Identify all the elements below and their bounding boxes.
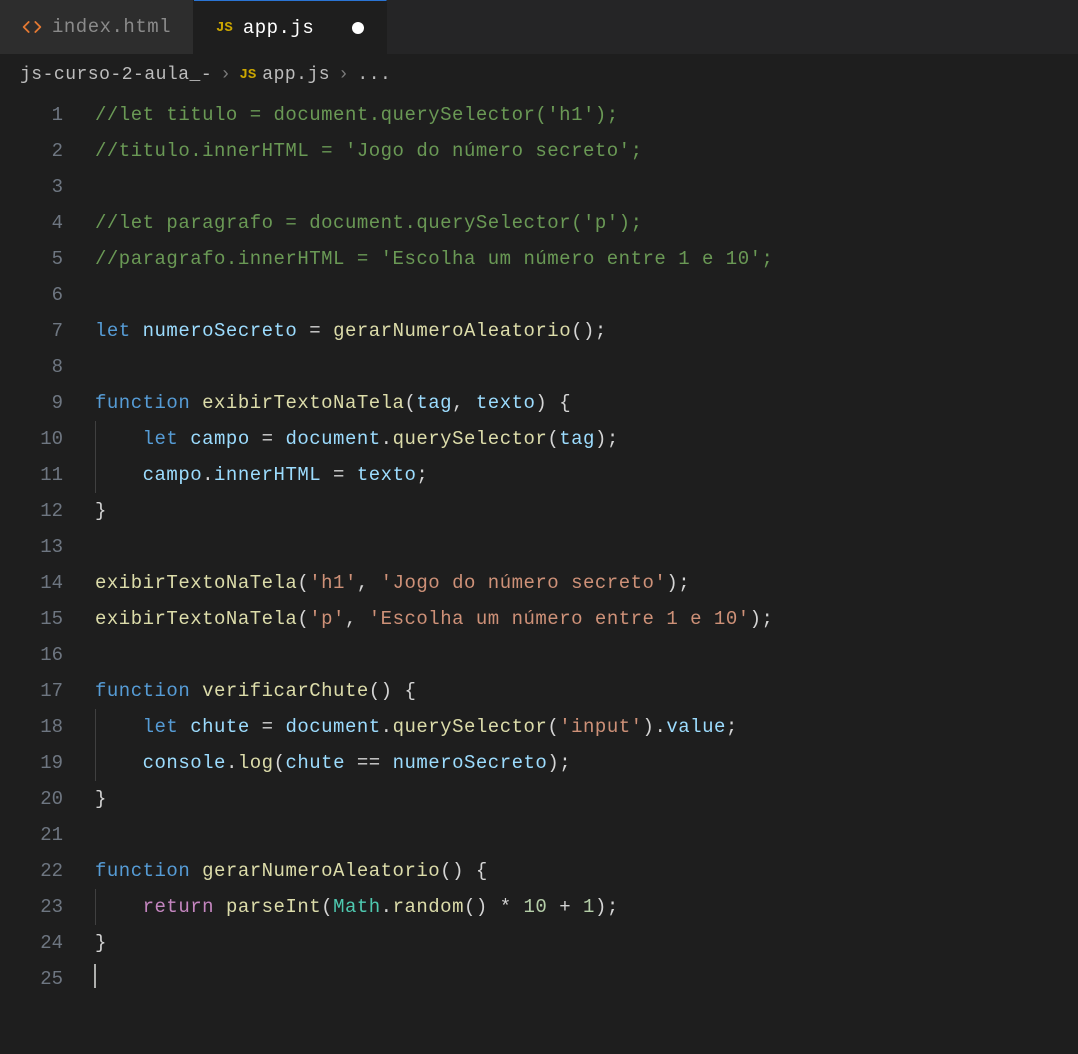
code-line[interactable]: 2//titulo.innerHTML = 'Jogo do número se… xyxy=(0,133,1078,169)
line-number: 9 xyxy=(0,385,95,421)
line-number: 8 xyxy=(0,349,95,385)
line-number: 12 xyxy=(0,493,95,529)
chevron-right-icon: › xyxy=(338,65,349,85)
code-line[interactable]: 25 xyxy=(0,961,1078,997)
line-number: 7 xyxy=(0,313,95,349)
line-number: 5 xyxy=(0,241,95,277)
chevron-right-icon: › xyxy=(220,65,231,85)
code-line[interactable]: 16 xyxy=(0,637,1078,673)
line-number: 16 xyxy=(0,637,95,673)
tab-label: index.html xyxy=(52,16,171,38)
line-number: 21 xyxy=(0,817,95,853)
js-icon: JS xyxy=(216,20,233,36)
code-line[interactable]: 9function exibirTextoNaTela(tag, texto) … xyxy=(0,385,1078,421)
code-content[interactable] xyxy=(95,961,1078,997)
tab-index-html[interactable]: index.html xyxy=(0,0,194,54)
tab-app-js[interactable]: JS app.js xyxy=(194,0,387,54)
code-content[interactable]: } xyxy=(95,493,1078,529)
code-content[interactable]: } xyxy=(95,925,1078,961)
code-content[interactable]: let chute = document.querySelector('inpu… xyxy=(95,709,1078,745)
line-number: 14 xyxy=(0,565,95,601)
line-number: 4 xyxy=(0,205,95,241)
code-content[interactable]: exibirTextoNaTela('h1', 'Jogo do número … xyxy=(95,565,1078,601)
line-number: 6 xyxy=(0,277,95,313)
code-line[interactable]: 19 console.log(chute == numeroSecreto); xyxy=(0,745,1078,781)
tab-dirty-icon[interactable] xyxy=(352,22,364,34)
line-number: 2 xyxy=(0,133,95,169)
code-line[interactable]: 13 xyxy=(0,529,1078,565)
line-number: 10 xyxy=(0,421,95,457)
code-line[interactable]: 3 xyxy=(0,169,1078,205)
tab-label: app.js xyxy=(243,17,314,39)
code-content[interactable]: //let titulo = document.querySelector('h… xyxy=(95,97,1078,133)
breadcrumb-file[interactable]: app.js xyxy=(262,65,330,85)
breadcrumb-folder[interactable]: js-curso-2-aula_- xyxy=(20,65,212,85)
line-number: 1 xyxy=(0,97,95,133)
html-tag-icon xyxy=(22,17,42,37)
line-number: 17 xyxy=(0,673,95,709)
code-line[interactable]: 12} xyxy=(0,493,1078,529)
code-line[interactable]: 11 campo.innerHTML = texto; xyxy=(0,457,1078,493)
code-line[interactable]: 14exibirTextoNaTela('h1', 'Jogo do númer… xyxy=(0,565,1078,601)
code-content[interactable]: function gerarNumeroAleatorio() { xyxy=(95,853,1078,889)
code-line[interactable]: 5//paragrafo.innerHTML = 'Escolha um núm… xyxy=(0,241,1078,277)
js-icon: JS xyxy=(239,67,256,83)
tab-bar: index.html JS app.js xyxy=(0,0,1078,55)
line-number: 20 xyxy=(0,781,95,817)
code-content[interactable]: //paragrafo.innerHTML = 'Escolha um núme… xyxy=(95,241,1078,277)
code-line[interactable]: 17function verificarChute() { xyxy=(0,673,1078,709)
line-number: 19 xyxy=(0,745,95,781)
code-line[interactable]: 21 xyxy=(0,817,1078,853)
line-number: 13 xyxy=(0,529,95,565)
line-number: 25 xyxy=(0,961,95,997)
breadcrumb-symbol[interactable]: ... xyxy=(357,65,391,85)
code-line[interactable]: 4//let paragrafo = document.querySelecto… xyxy=(0,205,1078,241)
line-number: 18 xyxy=(0,709,95,745)
code-content[interactable]: let numeroSecreto = gerarNumeroAleatorio… xyxy=(95,313,1078,349)
code-line[interactable]: 1//let titulo = document.querySelector('… xyxy=(0,97,1078,133)
code-content[interactable]: console.log(chute == numeroSecreto); xyxy=(95,745,1078,781)
code-content[interactable]: return parseInt(Math.random() * 10 + 1); xyxy=(95,889,1078,925)
code-line[interactable]: 24} xyxy=(0,925,1078,961)
line-number: 22 xyxy=(0,853,95,889)
code-line[interactable]: 20} xyxy=(0,781,1078,817)
code-content[interactable]: //let paragrafo = document.querySelector… xyxy=(95,205,1078,241)
code-content[interactable]: function verificarChute() { xyxy=(95,673,1078,709)
line-number: 24 xyxy=(0,925,95,961)
line-number: 23 xyxy=(0,889,95,925)
code-line[interactable]: 22function gerarNumeroAleatorio() { xyxy=(0,853,1078,889)
breadcrumb[interactable]: js-curso-2-aula_- › JS app.js › ... xyxy=(0,55,1078,93)
code-line[interactable]: 6 xyxy=(0,277,1078,313)
code-content[interactable]: campo.innerHTML = texto; xyxy=(95,457,1078,493)
code-editor[interactable]: 1//let titulo = document.querySelector('… xyxy=(0,93,1078,997)
code-content[interactable]: function exibirTextoNaTela(tag, texto) { xyxy=(95,385,1078,421)
code-line[interactable]: 23 return parseInt(Math.random() * 10 + … xyxy=(0,889,1078,925)
code-content[interactable]: let campo = document.querySelector(tag); xyxy=(95,421,1078,457)
line-number: 11 xyxy=(0,457,95,493)
code-line[interactable]: 10 let campo = document.querySelector(ta… xyxy=(0,421,1078,457)
code-content[interactable]: //titulo.innerHTML = 'Jogo do número sec… xyxy=(95,133,1078,169)
code-line[interactable]: 18 let chute = document.querySelector('i… xyxy=(0,709,1078,745)
code-content[interactable]: exibirTextoNaTela('p', 'Escolha um númer… xyxy=(95,601,1078,637)
code-line[interactable]: 7let numeroSecreto = gerarNumeroAleatori… xyxy=(0,313,1078,349)
text-cursor xyxy=(94,964,96,988)
line-number: 15 xyxy=(0,601,95,637)
line-number: 3 xyxy=(0,169,95,205)
code-line[interactable]: 8 xyxy=(0,349,1078,385)
code-line[interactable]: 15exibirTextoNaTela('p', 'Escolha um núm… xyxy=(0,601,1078,637)
code-content[interactable]: } xyxy=(95,781,1078,817)
